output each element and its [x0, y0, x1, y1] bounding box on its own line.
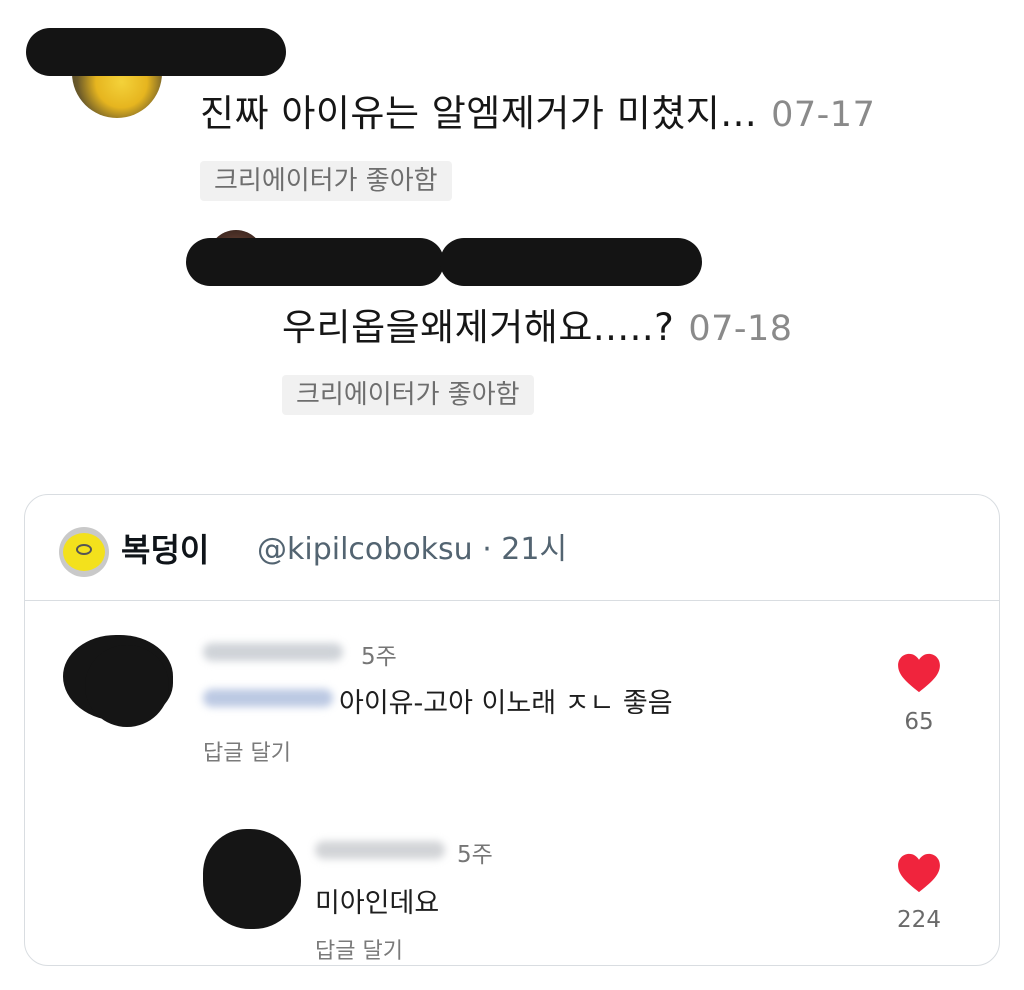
like-count: 224 [897, 907, 941, 933]
heart-icon[interactable] [897, 853, 941, 893]
comment-body: 진짜 아이유는 알엠제거가 미쳤지... 07-17 [200, 92, 875, 137]
comment-time: 5주 [457, 842, 493, 868]
comment-text: 우리옵을왜제거해요.....? [282, 306, 675, 349]
author-avatar[interactable] [59, 527, 109, 577]
redacted-username [186, 238, 444, 286]
comment-text: 진짜 아이유는 알엠제거가 미쳤지... [200, 92, 758, 135]
redacted-username [440, 238, 702, 286]
comment-body: 우리옵을왜제거해요.....? 07-18 [282, 306, 793, 351]
redacted-username [26, 28, 286, 76]
comment-date: 07-18 [688, 309, 793, 349]
comment-text: 아이유-고아 이노래 ㅈㄴ 좋음 [339, 688, 673, 719]
like-count: 65 [904, 709, 934, 735]
quoted-post-card[interactable]: 복덩이 @kipilcoboksu · 21시 5주 아이유-고아 이노래 ㅈㄴ… [24, 494, 1000, 966]
card-header: 복덩이 @kipilcoboksu · 21시 [25, 495, 999, 601]
redacted-avatar [203, 829, 301, 929]
comment-time: 5주 [361, 644, 397, 670]
author-name[interactable]: 복덩이 [121, 529, 209, 571]
creator-liked-badge: 크리에이터가 좋아함 [282, 375, 534, 415]
creator-liked-badge: 크리에이터가 좋아함 [200, 161, 452, 201]
heart-icon[interactable] [897, 653, 941, 693]
reply-button[interactable]: 답글 달기 [315, 933, 403, 965]
blurred-username [203, 643, 343, 661]
blurred-username [315, 841, 445, 859]
comment-date: 07-17 [771, 95, 876, 135]
author-handle[interactable]: @kipilcoboksu · 21시 [257, 529, 567, 571]
comment-text: 미아인데요 [315, 888, 440, 919]
blurred-mention [203, 689, 333, 707]
reply-button[interactable]: 답글 달기 [203, 735, 291, 767]
